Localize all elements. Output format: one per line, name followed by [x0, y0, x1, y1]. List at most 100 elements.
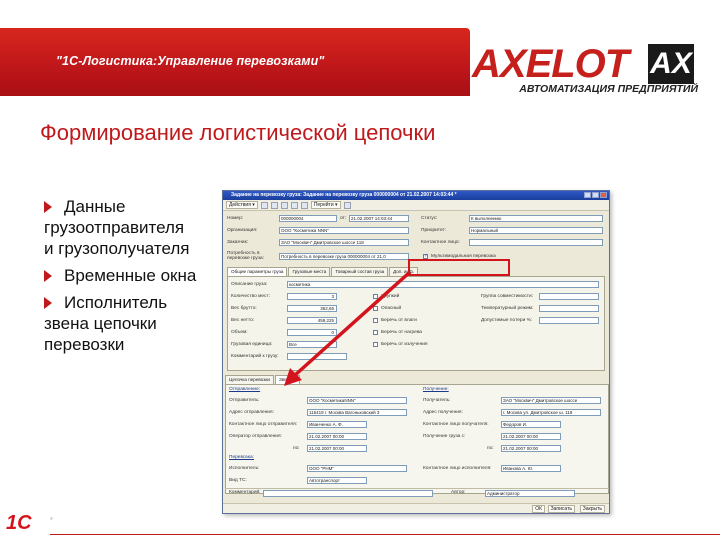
- save-button[interactable]: Записать: [547, 505, 575, 513]
- slide-title: Формирование логистической цепочки: [40, 120, 436, 145]
- tab-places[interactable]: Грузовые места: [288, 267, 331, 276]
- cargo-desc-field[interactable]: косметика: [287, 281, 599, 288]
- copy-icon[interactable]: [270, 201, 278, 209]
- priority-field[interactable]: Нормальный: [469, 227, 603, 234]
- heat-checkbox[interactable]: [373, 330, 378, 335]
- bullet-text: Исполнитель: [64, 293, 168, 312]
- highlight-box: [408, 259, 510, 276]
- tab-goods[interactable]: Товарный состав груза: [331, 267, 389, 276]
- loss-field[interactable]: [539, 317, 599, 324]
- contact-label: Контактное лицо:: [421, 240, 460, 245]
- fragile-label: Хрупкий: [381, 294, 400, 299]
- sender-contact-field[interactable]: Иванченко А. Ф.: [307, 421, 367, 428]
- comment-field[interactable]: [263, 490, 433, 497]
- receiver-contact-label: Контактное лицо получателя:: [423, 422, 489, 427]
- bullet-text: Временные окна: [64, 266, 197, 285]
- bullet-text: грузоотправителя: [44, 218, 185, 237]
- comment-label: Комментарий:: [229, 490, 261, 495]
- exec-contact-field[interactable]: Иванова А. Ю.: [501, 465, 561, 472]
- window-titlebar: Задание на перевозку груза: Задание на п…: [223, 191, 609, 200]
- chain-tabs: Цепочка перевозки Звено 1: [225, 375, 301, 384]
- receiver-to-label: по:: [487, 446, 494, 451]
- bullet-item: Данные грузоотправителя и грузополучател…: [44, 196, 224, 259]
- trademark-mark: ®: [50, 516, 53, 521]
- tab-link-1[interactable]: Звено 1: [274, 375, 300, 384]
- gross-field[interactable]: 362,65: [287, 305, 337, 312]
- goto-menu-button[interactable]: Перейти ▾: [310, 201, 341, 209]
- shipper-field[interactable]: ООО "КосметикаNNN": [307, 397, 407, 404]
- actions-menu-button[interactable]: Действия ▾: [226, 201, 258, 209]
- sender-to-field[interactable]: 21.02.2007 00:00: [307, 445, 367, 452]
- close-button[interactable]: Закрыть: [579, 505, 605, 513]
- volume-field[interactable]: 0: [287, 329, 337, 336]
- help-icon[interactable]: [343, 201, 351, 209]
- radiation-checkbox[interactable]: [373, 342, 378, 347]
- maximize-icon[interactable]: [592, 192, 599, 198]
- cargo-desc-label: Описание груза:: [231, 282, 268, 287]
- compat-field[interactable]: [539, 293, 599, 300]
- tab-general[interactable]: Общие параметры груза: [227, 267, 288, 276]
- dangerous-checkbox[interactable]: [373, 306, 378, 311]
- radiation-label: Беречь от излучения: [381, 342, 428, 347]
- net-field[interactable]: 459,225: [287, 317, 337, 324]
- qty-field[interactable]: 3: [287, 293, 337, 300]
- window-controls: [584, 192, 607, 198]
- window-button-bar: ОК Записать Закрыть: [223, 503, 609, 513]
- exec-contact-label: Контактное лицо исполнителя:: [423, 466, 492, 471]
- receiver-addr-field[interactable]: г. Москва ул. Дмитровское ш. 118: [501, 409, 601, 416]
- fragile-checkbox[interactable]: [373, 294, 378, 299]
- status-field[interactable]: К выполнению: [469, 215, 603, 222]
- net-label: Вес нетто:: [231, 318, 255, 323]
- bullet-arrow-icon: [44, 270, 52, 282]
- axelot-logo: AXELOT AX АВТОМАТИЗАЦИЯ ПРЕДПРИЯТИЙ: [472, 42, 712, 98]
- date-field[interactable]: 21.02.2007 14:03:44: [349, 215, 409, 222]
- vehicle-field[interactable]: Автотранспорт: [307, 477, 367, 484]
- receiver-contact-field[interactable]: Федоров И.: [501, 421, 561, 428]
- qty-label: Количество мест:: [231, 294, 270, 299]
- receiver-from-field[interactable]: 21.02.2007 00:00: [501, 433, 561, 440]
- cargo-comment-label: Комментарий к грузу:: [231, 354, 279, 359]
- shipper-label: Отправитель:: [229, 398, 260, 403]
- organization-field[interactable]: ООО "Косметика NNN": [279, 227, 409, 234]
- cargo-tabs: Общие параметры груза Грузовые места Тов…: [227, 267, 419, 276]
- bullet-list: Данные грузоотправителя и грузополучател…: [44, 196, 224, 361]
- priority-label: Приоритет:: [421, 228, 446, 233]
- contact-field[interactable]: [469, 239, 603, 246]
- receiver-heading: Получение:: [423, 387, 449, 392]
- number-field[interactable]: 000000004: [279, 215, 337, 222]
- close-icon[interactable]: [600, 192, 607, 198]
- tab-chain[interactable]: Цепочка перевозки: [225, 375, 274, 384]
- receiver-to-field[interactable]: 21.02.2007 00:00: [501, 445, 561, 452]
- logo-subtitle: АВТОМАТИЗАЦИЯ ПРЕДПРИЯТИЙ: [519, 83, 698, 95]
- dangerous-label: Опасный: [381, 306, 402, 311]
- unit-field[interactable]: Все: [287, 341, 337, 348]
- bullet-arrow-icon: [44, 201, 52, 213]
- heat-label: Беречь от нагрева: [381, 330, 422, 335]
- customer-field[interactable]: ЗАО "Москвич" Дмитровское шоссе 118: [279, 239, 409, 246]
- receiver-addr-label: Адрес получения:: [423, 410, 463, 415]
- consignee-field[interactable]: ЗАО "Москвич" Дмитровское шоссе: [501, 397, 601, 404]
- sender-addr-field[interactable]: 115419 г. Москва Вагоньковский 3: [307, 409, 407, 416]
- unit-label: Грузовая единица:: [231, 342, 273, 347]
- need-field[interactable]: Потребность в перевозке груза 000000004 …: [279, 253, 409, 260]
- volume-label: Объем:: [231, 330, 248, 335]
- ok-button[interactable]: ОК: [532, 505, 545, 513]
- cargo-comment-field[interactable]: [287, 353, 347, 360]
- bullet-item: Временные окна: [44, 265, 224, 286]
- author-field[interactable]: Администратор: [485, 490, 575, 497]
- window-toolbar: Действия ▾ Перейти ▾: [223, 200, 609, 211]
- moisture-checkbox[interactable]: [373, 318, 378, 323]
- print-icon[interactable]: [300, 201, 308, 209]
- post-icon[interactable]: [290, 201, 298, 209]
- executor-field[interactable]: ООО "РНМ": [307, 465, 407, 472]
- banner-title: "1С-Логистика:Управление перевозками": [56, 54, 325, 68]
- minimize-icon[interactable]: [584, 192, 591, 198]
- onec-logo: 1С: [6, 512, 32, 534]
- save-icon[interactable]: [260, 201, 268, 209]
- status-label: Статус:: [421, 216, 438, 221]
- temp-field[interactable]: [539, 305, 599, 312]
- logo-wordmark: AXELOT: [472, 42, 629, 86]
- sender-from-field[interactable]: 21.02.2007 00:00: [307, 433, 367, 440]
- compat-label: Группа совместимости:: [481, 294, 533, 299]
- refresh-icon[interactable]: [280, 201, 288, 209]
